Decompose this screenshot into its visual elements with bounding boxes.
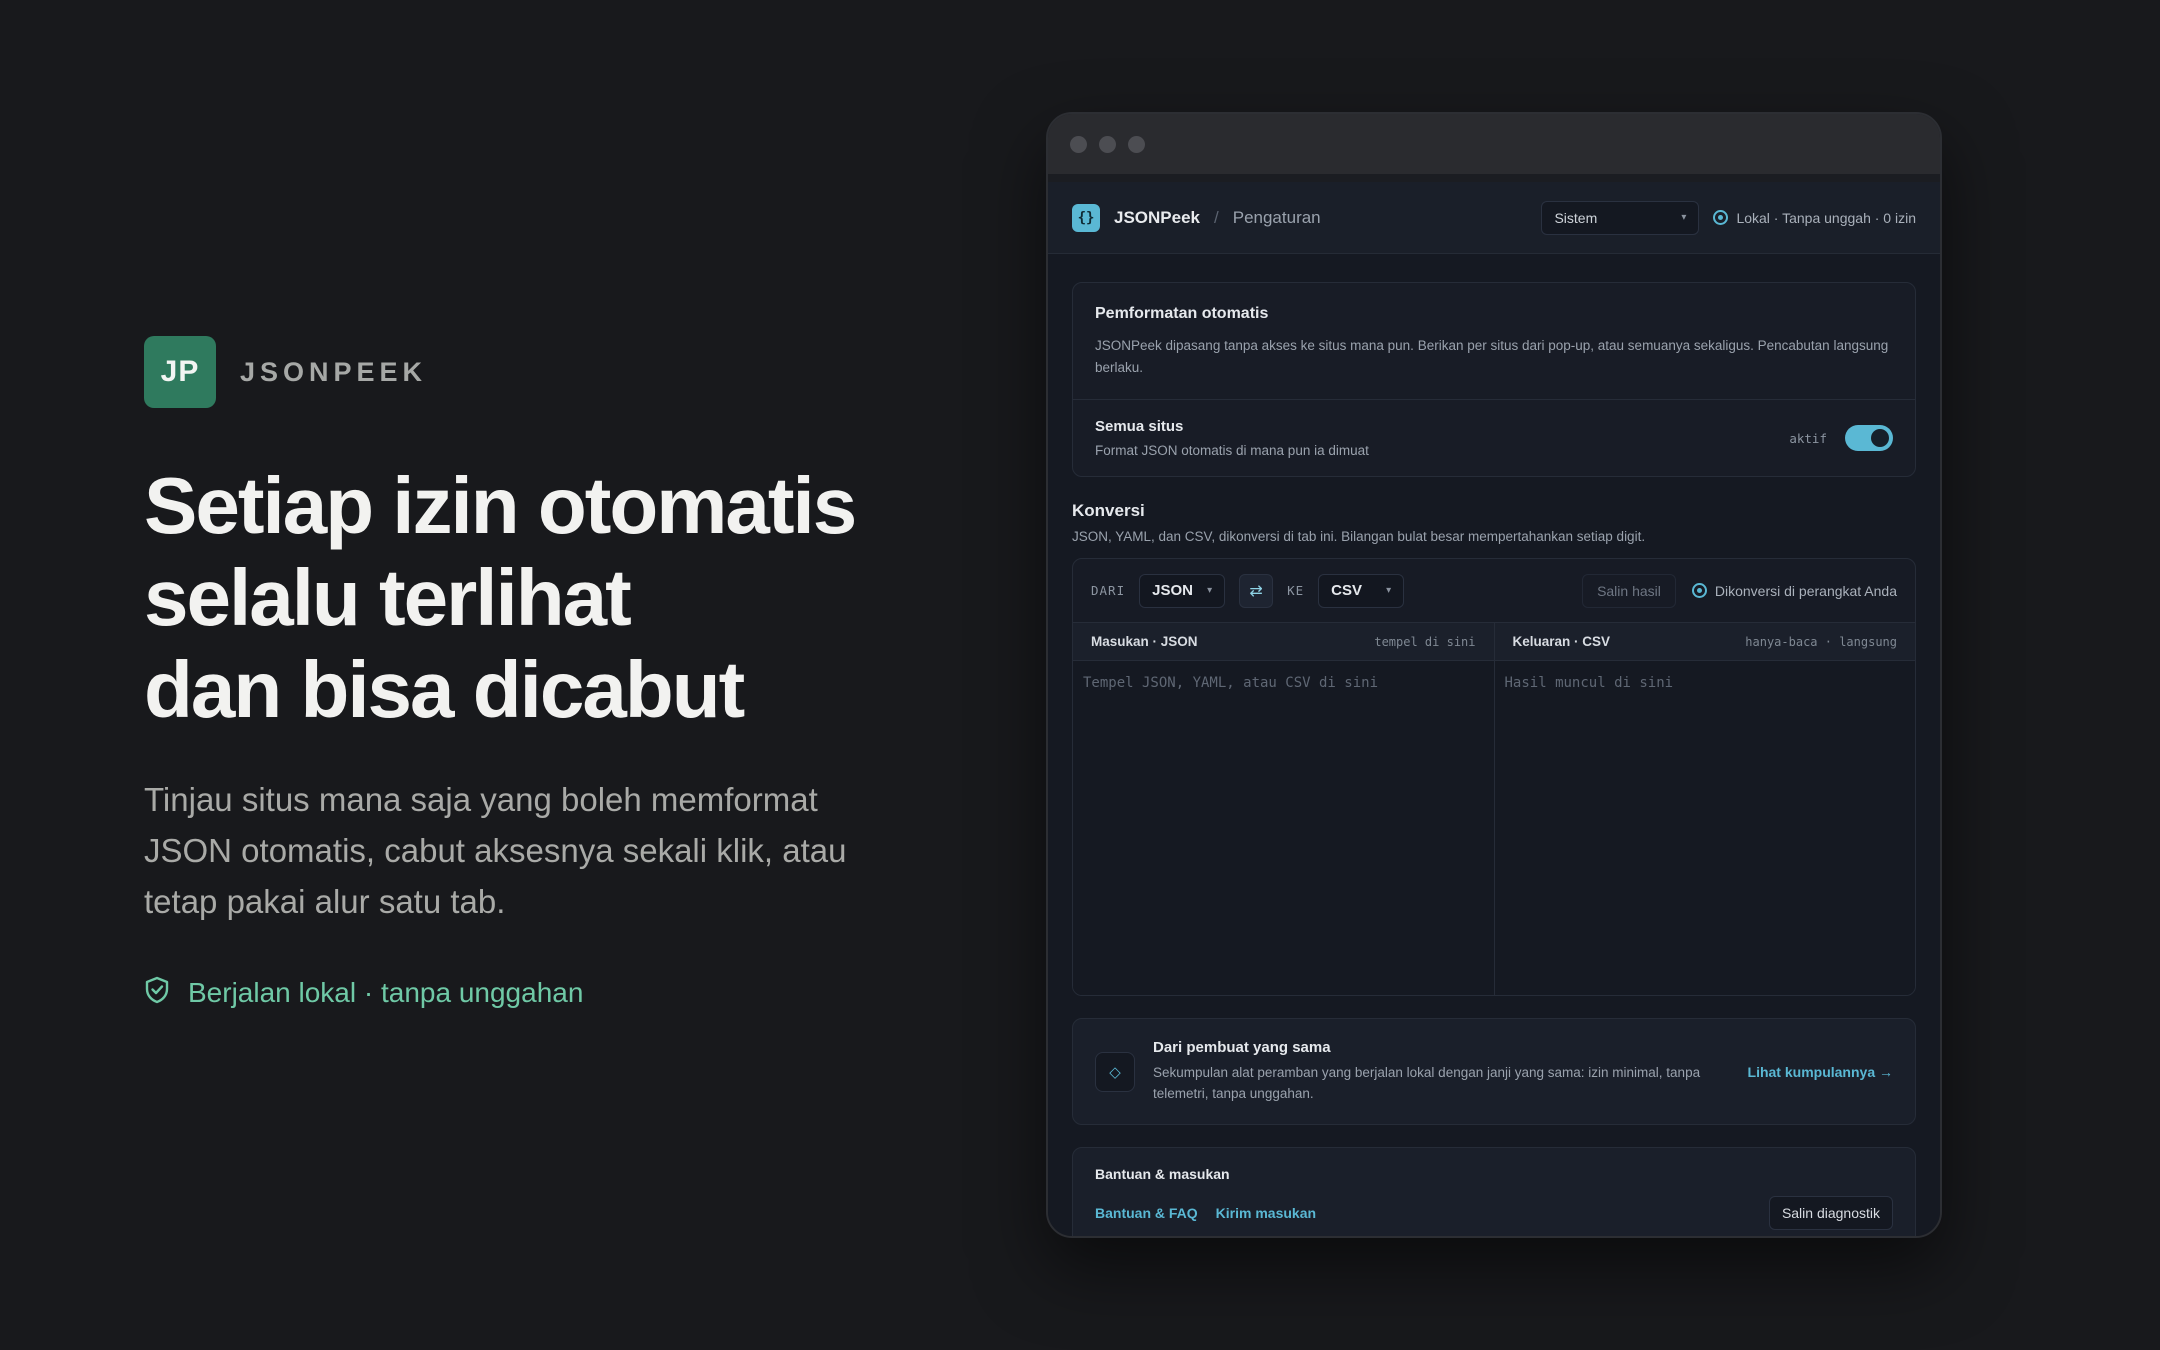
lede: Tinjau situs mana saja yang boleh memfor… — [144, 781, 847, 920]
output-pane-hint: hanya-baca · langsung — [1745, 634, 1897, 649]
chevron-down-icon: ▾ — [1681, 212, 1687, 223]
swap-formats-button[interactable]: ⇄ — [1239, 573, 1274, 608]
input-pane-hint: tempel di sini — [1374, 634, 1476, 649]
brand-name: JSONPEEK — [240, 356, 428, 387]
conversion-title: Konversi — [1072, 501, 1145, 520]
output-pane-title: Keluaran · CSV — [1512, 634, 1611, 649]
app-header: {} JSONPeek / Pengaturan Sistem ▾ Lokal … — [1048, 182, 1940, 254]
faq-link[interactable]: Bantuan & FAQ — [1095, 1205, 1198, 1221]
input-textarea[interactable] — [1083, 675, 1484, 981]
status-dot-icon — [1691, 583, 1707, 598]
output-pane: Keluaran · CSV hanya-baca · langsung — [1493, 623, 1915, 995]
window-minimize-dot[interactable] — [1099, 135, 1116, 153]
shield-check-icon — [144, 976, 170, 1009]
all-sites-toggle[interactable] — [1845, 425, 1893, 451]
settings-content: Pemformatan otomatis JSONPeek dipasang t… — [1048, 254, 1940, 1236]
breadcrumb-separator: / — [1214, 207, 1219, 227]
same-maker-title: Dari pembuat yang sama — [1153, 1039, 1331, 1056]
input-pane-title: Masukan · JSON — [1091, 634, 1198, 649]
headline-line-2: selalu terlihat — [144, 553, 632, 642]
from-format-value: JSON — [1152, 582, 1193, 599]
diamond-icon: ◇ — [1095, 1051, 1135, 1092]
help-title: Bantuan & masukan — [1095, 1166, 1230, 1182]
app-name[interactable]: JSONPeek — [1114, 208, 1200, 228]
same-maker-desc: Sekumpulan alat peramban yang berjalan l… — [1153, 1065, 1701, 1101]
status-dot-icon — [1713, 210, 1729, 225]
all-sites-desc: Format JSON otomatis di mana pun ia dimu… — [1095, 443, 1369, 458]
window-titlebar — [1048, 114, 1940, 174]
copy-diagnostics-button[interactable]: Salin diagnostik — [1768, 1196, 1893, 1230]
theme-select-value: Sistem — [1554, 209, 1598, 226]
privacy-status: Lokal · Tanpa unggah · 0 izin — [1713, 210, 1916, 226]
from-format-select[interactable]: JSON ▾ — [1139, 573, 1226, 608]
output-textarea[interactable] — [1504, 675, 1905, 981]
trust-line: Berjalan lokal · tanpa unggahan — [144, 976, 583, 1009]
copy-result-button[interactable]: Salin hasil — [1582, 573, 1676, 608]
feedback-link[interactable]: Kirim masukan — [1216, 1205, 1316, 1221]
chevron-down-icon: ▾ — [1207, 585, 1213, 596]
auto-format-desc: JSONPeek dipasang tanpa akses ke situs m… — [1095, 338, 1889, 375]
all-sites-row: Semua situs Format JSON otomatis di mana… — [1073, 400, 1915, 476]
conversion-status: Dikonversi di perangkat Anda — [1691, 582, 1897, 599]
window-close-dot[interactable] — [1070, 135, 1087, 153]
headline-line-3: dan bisa dicabut — [144, 645, 745, 734]
settings-app: {} JSONPeek / Pengaturan Sistem ▾ Lokal … — [1048, 182, 1940, 1236]
from-label: DARI — [1091, 583, 1126, 598]
to-format-value: CSV — [1331, 582, 1363, 599]
same-maker-card: ◇ Dari pembuat yang sama Sekumpulan alat… — [1072, 1018, 1916, 1125]
input-pane: Masukan · JSON tempel di sini — [1073, 623, 1494, 995]
browser-window: {} JSONPeek / Pengaturan Sistem ▾ Lokal … — [1046, 112, 1942, 1238]
headline: Setiap izin otomatis selalu terlihat dan… — [144, 460, 924, 736]
brand-logo: JP — [144, 336, 216, 408]
all-sites-title: Semua situs — [1095, 418, 1184, 435]
conversion-desc: JSON, YAML, dan CSV, dikonversi di tab i… — [1072, 529, 1646, 544]
privacy-status-text: Lokal · Tanpa unggah · 0 izin — [1736, 209, 1916, 226]
braces-icon: {} — [1072, 203, 1100, 232]
headline-line-1: Setiap izin otomatis — [144, 461, 857, 550]
chevron-down-icon: ▾ — [1386, 585, 1392, 596]
converter-panes: Masukan · JSON tempel di sini Keluaran ·… — [1073, 623, 1915, 995]
toggle-state-label: aktif — [1789, 430, 1827, 446]
auto-format-card: Pemformatan otomatis JSONPeek dipasang t… — [1072, 282, 1916, 477]
swap-arrows-icon: ⇄ — [1249, 582, 1263, 600]
to-format-select[interactable]: CSV ▾ — [1318, 573, 1405, 608]
breadcrumb: Pengaturan — [1232, 207, 1321, 227]
converter-toolbar: DARI JSON ▾ ⇄ KE CSV ▾ Salin hasil Dikon… — [1073, 559, 1915, 623]
theme-select[interactable]: Sistem ▾ — [1541, 200, 1700, 235]
conversion-status-text: Dikonversi di perangkat Anda — [1714, 582, 1897, 599]
trust-text: Berjalan lokal · tanpa unggahan — [188, 976, 584, 1008]
view-collection-link[interactable]: Lihat kumpulannya → — [1748, 1064, 1893, 1080]
converter: DARI JSON ▾ ⇄ KE CSV ▾ Salin hasil Dikon… — [1072, 558, 1916, 996]
to-label: KE — [1287, 583, 1305, 598]
brand: JP JSONPEEK — [144, 336, 427, 408]
window-maximize-dot[interactable] — [1128, 135, 1145, 153]
auto-format-title: Pemformatan otomatis — [1095, 305, 1269, 322]
help-card: Bantuan & masukan Bantuan & FAQ Kirim ma… — [1072, 1147, 1916, 1236]
